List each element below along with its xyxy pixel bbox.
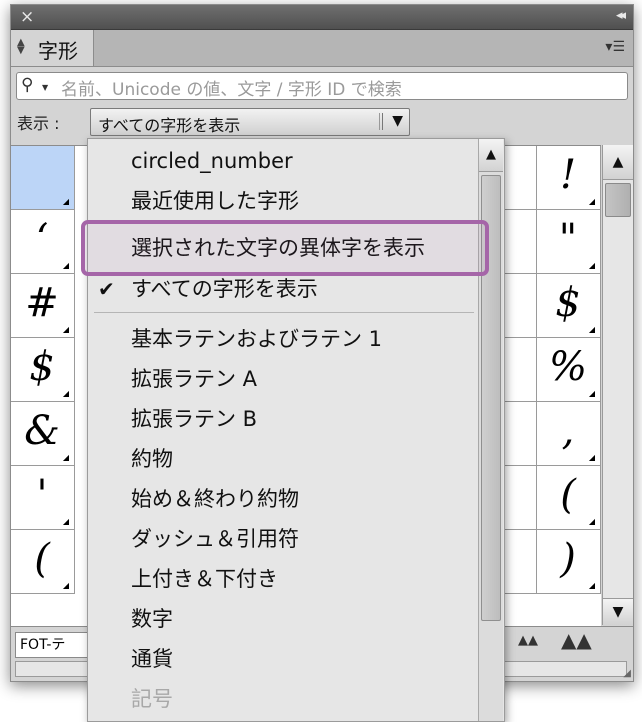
- glyph: &: [24, 408, 60, 454]
- glyph-cell[interactable]: , ◢: [537, 402, 601, 466]
- search-input[interactable]: ⚲ ▼ 名前、Unicode の値、文字 / 字形 ID で検索: [16, 72, 628, 100]
- alternates-triangle-icon[interactable]: ◢: [589, 389, 595, 398]
- glyph: ': [36, 472, 48, 518]
- alternates-triangle-icon[interactable]: ◢: [589, 325, 595, 334]
- font-family-field[interactable]: FOT-テ: [15, 632, 91, 658]
- menu-item-entire-font-label: すべての字形を表示: [131, 277, 318, 301]
- search-icon[interactable]: ⚲: [21, 75, 33, 95]
- alternates-triangle-icon[interactable]: ◢: [589, 197, 595, 206]
- glyph: $: [555, 280, 581, 326]
- menu-item-brackets[interactable]: 始め＆終わり約物: [88, 479, 478, 519]
- chevron-down-icon[interactable]: ▼: [392, 113, 403, 129]
- alternates-triangle-icon[interactable]: ◢: [63, 389, 69, 398]
- scroll-up-icon[interactable]: ▲: [603, 145, 633, 180]
- glyph: ,: [561, 408, 575, 454]
- glyph-cell[interactable]: " ◢: [537, 210, 601, 274]
- menu-item-circled-number[interactable]: circled_number: [88, 141, 478, 181]
- alternates-triangle-icon[interactable]: ◢: [63, 325, 69, 334]
- zoom-out-mountain-icon[interactable]: ▲▲: [518, 633, 538, 648]
- show-select[interactable]: すべての字形を表示 ▼: [90, 108, 410, 136]
- zoom-in-mountain-icon[interactable]: ▲▲: [561, 628, 592, 652]
- search-placeholder: 名前、Unicode の値、文字 / 字形 ID で検索: [61, 80, 402, 100]
- menu-item-latin-extended-a[interactable]: 拡張ラテン A: [88, 359, 478, 399]
- glyph-cell[interactable]: ◢: [11, 146, 75, 210]
- scroll-thumb[interactable]: [605, 183, 631, 217]
- alternates-triangle-icon[interactable]: ◢: [589, 453, 595, 462]
- glyph: ): [560, 536, 576, 582]
- menu-separator: [94, 312, 474, 313]
- updown-arrows-icon: ▲ ▼: [17, 37, 25, 56]
- collapse-icon[interactable]: ◂◂: [616, 8, 626, 23]
- panel-titlebar: × ◂◂: [11, 5, 633, 30]
- select-divider: [382, 113, 383, 130]
- scroll-up-icon[interactable]: ▲: [479, 139, 503, 172]
- tab-glyphs-label: 字形: [38, 39, 78, 63]
- resize-grip-icon[interactable]: ◢: [623, 668, 631, 679]
- glyph-cell[interactable]: ( ◢: [11, 530, 75, 594]
- alternates-triangle-icon[interactable]: ◢: [63, 517, 69, 526]
- alternates-triangle-icon[interactable]: ◢: [589, 517, 595, 526]
- alternates-triangle-icon[interactable]: ◢: [63, 581, 69, 590]
- menu-item-basic-latin[interactable]: 基本ラテンおよびラテン 1: [88, 319, 478, 359]
- alternates-triangle-icon[interactable]: ◢: [63, 197, 69, 206]
- glyph: ‘: [35, 216, 49, 262]
- close-icon[interactable]: ×: [20, 7, 34, 27]
- glyph: !: [559, 152, 577, 198]
- glyph: (: [34, 536, 50, 582]
- glyph: %: [548, 344, 587, 390]
- menu-item-symbols[interactable]: 記号: [88, 679, 478, 719]
- alternates-triangle-icon[interactable]: ◢: [63, 453, 69, 462]
- menu-item-superscript-subscript[interactable]: 上付き＆下付き: [88, 559, 478, 599]
- search-options-caret-icon[interactable]: ▼: [42, 83, 48, 92]
- panel-menu-icon[interactable]: ▾☰: [605, 39, 625, 55]
- highlight-box: [81, 220, 489, 276]
- alternates-triangle-icon[interactable]: ◢: [589, 261, 595, 270]
- menu-item-dashes-quotes[interactable]: ダッシュ＆引用符: [88, 519, 478, 559]
- glyph-cell[interactable]: ‘ ◢: [11, 210, 75, 274]
- show-select-value: すべての字形を表示: [98, 116, 241, 135]
- scroll-down-icon[interactable]: ▼: [603, 598, 633, 625]
- glyph-cell[interactable]: # ◢: [11, 274, 75, 338]
- menu-item-currency[interactable]: 通貨: [88, 639, 478, 679]
- glyph-cell[interactable]: ' ◢: [11, 466, 75, 530]
- menu-item-latin-extended-b[interactable]: 拡張ラテン B: [88, 399, 478, 439]
- glyph-cell[interactable]: $ ◢: [537, 274, 601, 338]
- glyph-cell[interactable]: ! ◢: [537, 146, 601, 210]
- glyph: (: [560, 472, 576, 518]
- glyph: $: [29, 344, 55, 390]
- glyph-cell[interactable]: % ◢: [537, 338, 601, 402]
- glyph: ": [558, 216, 578, 262]
- show-label: 表示 :: [17, 114, 60, 133]
- glyph-cell[interactable]: $ ◢: [11, 338, 75, 402]
- menu-item-recent-glyphs[interactable]: 最近使用した字形: [88, 181, 478, 221]
- glyph-cell[interactable]: & ◢: [11, 402, 75, 466]
- glyph: #: [25, 280, 59, 326]
- panel-tab-row: ▲ ▼ 字形 ▾☰: [11, 30, 633, 67]
- alternates-triangle-icon[interactable]: ◢: [63, 261, 69, 270]
- menu-item-punctuation[interactable]: 約物: [88, 439, 478, 479]
- menu-item-numbers[interactable]: 数字: [88, 599, 478, 639]
- grid-vertical-scrollbar[interactable]: ▲ ▼: [602, 145, 633, 625]
- glyph-cell[interactable]: ( ◢: [537, 466, 601, 530]
- tab-glyphs[interactable]: ▲ ▼ 字形: [11, 30, 94, 66]
- alternates-triangle-icon[interactable]: ◢: [589, 581, 595, 590]
- select-divider: [379, 113, 380, 130]
- glyph-cell[interactable]: ) ◢: [537, 530, 601, 594]
